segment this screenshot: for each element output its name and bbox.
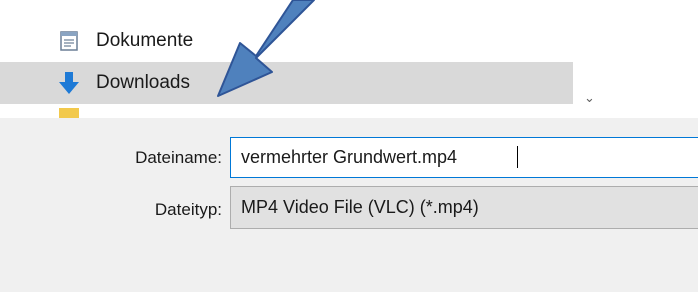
filetype-dropdown[interactable]: MP4 Video File (VLC) (*.mp4) <box>230 186 698 229</box>
nav-item-partial[interactable] <box>0 108 573 118</box>
text-caret <box>517 146 518 168</box>
filename-label: Dateiname: <box>135 148 222 167</box>
filetype-selected-value: MP4 Video File (VLC) (*.mp4) <box>241 197 479 217</box>
filename-input[interactable] <box>230 137 698 178</box>
chevron-down-icon[interactable]: ⌄ <box>584 90 595 106</box>
nav-item-label: Dokumente <box>96 30 194 51</box>
folder-icon <box>58 108 80 118</box>
download-arrow-icon <box>58 70 80 96</box>
nav-item-label: Downloads <box>96 72 190 93</box>
navigation-pane: Dokumente Downloads <box>0 0 573 118</box>
filetype-label: Dateityp: <box>154 200 222 219</box>
nav-item-downloads[interactable]: Downloads <box>0 62 573 104</box>
document-icon <box>58 28 80 54</box>
nav-item-documents[interactable]: Dokumente <box>0 22 573 60</box>
